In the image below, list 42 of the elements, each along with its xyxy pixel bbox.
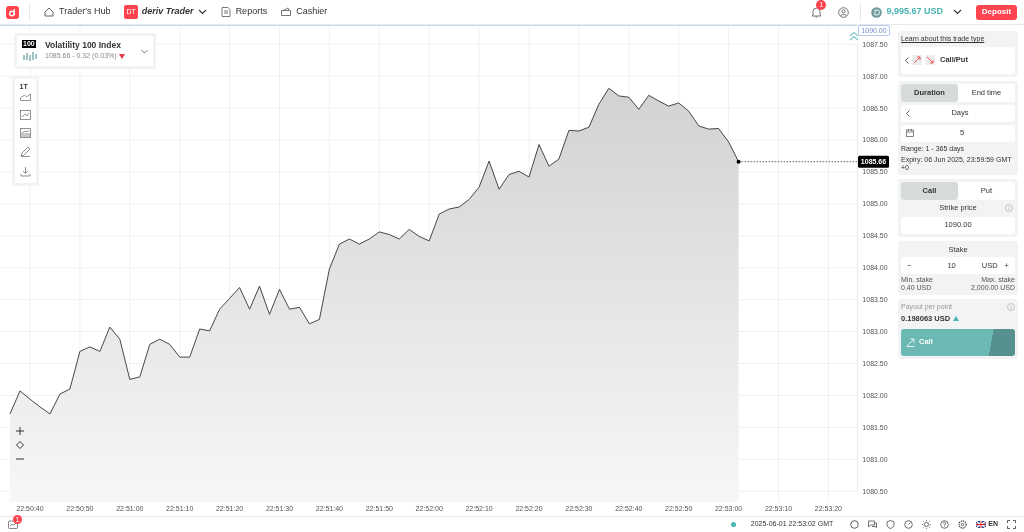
help-icon[interactable] (940, 520, 950, 529)
double-chevron-up-icon[interactable] (849, 31, 859, 41)
last-price-dot (736, 159, 741, 164)
messages-icon[interactable] (868, 520, 878, 529)
wallet-icon (281, 7, 292, 17)
positions-icon[interactable] (8, 520, 18, 529)
app-name: deriv Trader (141, 5, 194, 19)
gauge-icon[interactable] (904, 520, 914, 529)
nav-link[interactable]: Cashier (281, 5, 328, 19)
indicators-icon[interactable] (20, 109, 31, 120)
chevron-down-icon (141, 48, 148, 54)
rise-arrow-icon (906, 337, 915, 347)
nav-link[interactable]: Reports (220, 5, 268, 19)
traders-hub-link[interactable]: Trader's Hub (44, 5, 111, 19)
symbol-name: Volatility 100 Index (45, 40, 122, 52)
chevron-down-icon (953, 9, 962, 15)
chevron-left-icon (905, 56, 909, 64)
candlestick-icon (23, 50, 37, 62)
zoom-out-icon[interactable] (16, 455, 24, 463)
fullscreen-icon[interactable] (1007, 520, 1016, 529)
pencil-icon[interactable] (20, 146, 31, 158)
chevron-left-icon (906, 109, 910, 117)
chart-template-icon[interactable] (20, 127, 31, 138)
connection-status-icon (730, 522, 736, 527)
reset-zoom-icon[interactable] (16, 441, 24, 449)
logo-icon[interactable] (6, 5, 19, 19)
flag-icon (976, 521, 987, 528)
line-chart-icon (19, 93, 31, 102)
rise-arrow-icon (912, 55, 922, 65)
chevron-down-icon (197, 9, 207, 15)
bell-icon[interactable] (811, 6, 823, 18)
settings-icon[interactable] (958, 520, 968, 529)
calendar-icon (906, 129, 914, 137)
home-icon (44, 7, 54, 17)
document-icon (220, 7, 231, 17)
currency-icon (871, 6, 883, 18)
download-icon[interactable] (20, 165, 31, 177)
shield-icon[interactable] (886, 520, 896, 529)
zoom-in-icon[interactable] (16, 427, 24, 435)
account-icon[interactable] (838, 6, 850, 18)
sun-icon[interactable] (922, 520, 932, 529)
fall-arrow-icon (925, 55, 935, 65)
